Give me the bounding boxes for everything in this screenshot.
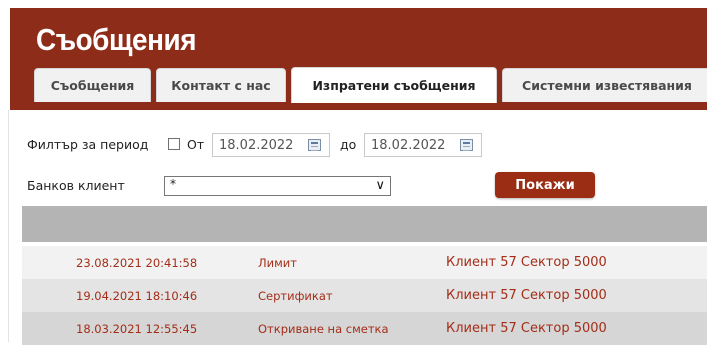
to-date-field[interactable]: 18.02.2022 (364, 133, 482, 157)
row-client: Клиент 57 Сектор 5000 (446, 288, 607, 303)
from-date-field[interactable]: 18.02.2022 (212, 133, 330, 157)
table-row[interactable]: 23.08.2021 20:41:58 Лимит Клиент 57 Сект… (22, 246, 707, 279)
bank-client-value: * (170, 177, 176, 191)
period-filter-label: Филтър за период (27, 137, 149, 152)
tab-contact-us[interactable]: Контакт с нас (156, 68, 286, 102)
row-client: Клиент 57 Сектор 5000 (446, 255, 607, 270)
row-subject: Откриване на сметка (258, 322, 389, 336)
table-row[interactable]: 18.03.2021 12:55:45 Откриване на сметка … (22, 312, 707, 345)
tab-messages[interactable]: Съобщения (34, 68, 151, 102)
chevron-down-icon: ∨ (375, 178, 385, 193)
row-subject: Лимит (258, 256, 297, 270)
row-client: Клиент 57 Сектор 5000 (446, 321, 607, 336)
row-datetime: 23.08.2021 20:41:58 (76, 256, 198, 270)
grid-header (22, 206, 707, 242)
tab-system-notifications[interactable]: Системни известявания (502, 68, 707, 102)
calendar-icon[interactable] (308, 139, 321, 151)
to-date-value: 18.02.2022 (371, 137, 446, 153)
table-row[interactable]: 19.04.2021 18:10:46 Сертификат Клиент 57… (22, 279, 707, 312)
calendar-icon[interactable] (460, 139, 473, 151)
row-datetime: 19.04.2021 18:10:46 (76, 289, 198, 303)
page-title: Съобщения (36, 22, 197, 57)
tab-sent-messages[interactable]: Изпратени съобщения (291, 67, 497, 103)
bank-client-label: Банков клиент (27, 178, 125, 193)
from-date-value: 18.02.2022 (219, 137, 294, 153)
show-button[interactable]: Покажи (495, 172, 595, 198)
left-divider (8, 110, 9, 342)
from-label: От (187, 137, 205, 152)
bank-client-select[interactable]: * ∨ (164, 176, 391, 196)
period-filter: Филтър за период От 18.02.2022 до 18.02.… (27, 133, 497, 157)
period-filter-checkbox[interactable] (168, 138, 180, 150)
row-datetime: 18.03.2021 12:55:45 (76, 322, 198, 336)
row-subject: Сертификат (258, 289, 333, 303)
to-label: до (340, 137, 357, 152)
